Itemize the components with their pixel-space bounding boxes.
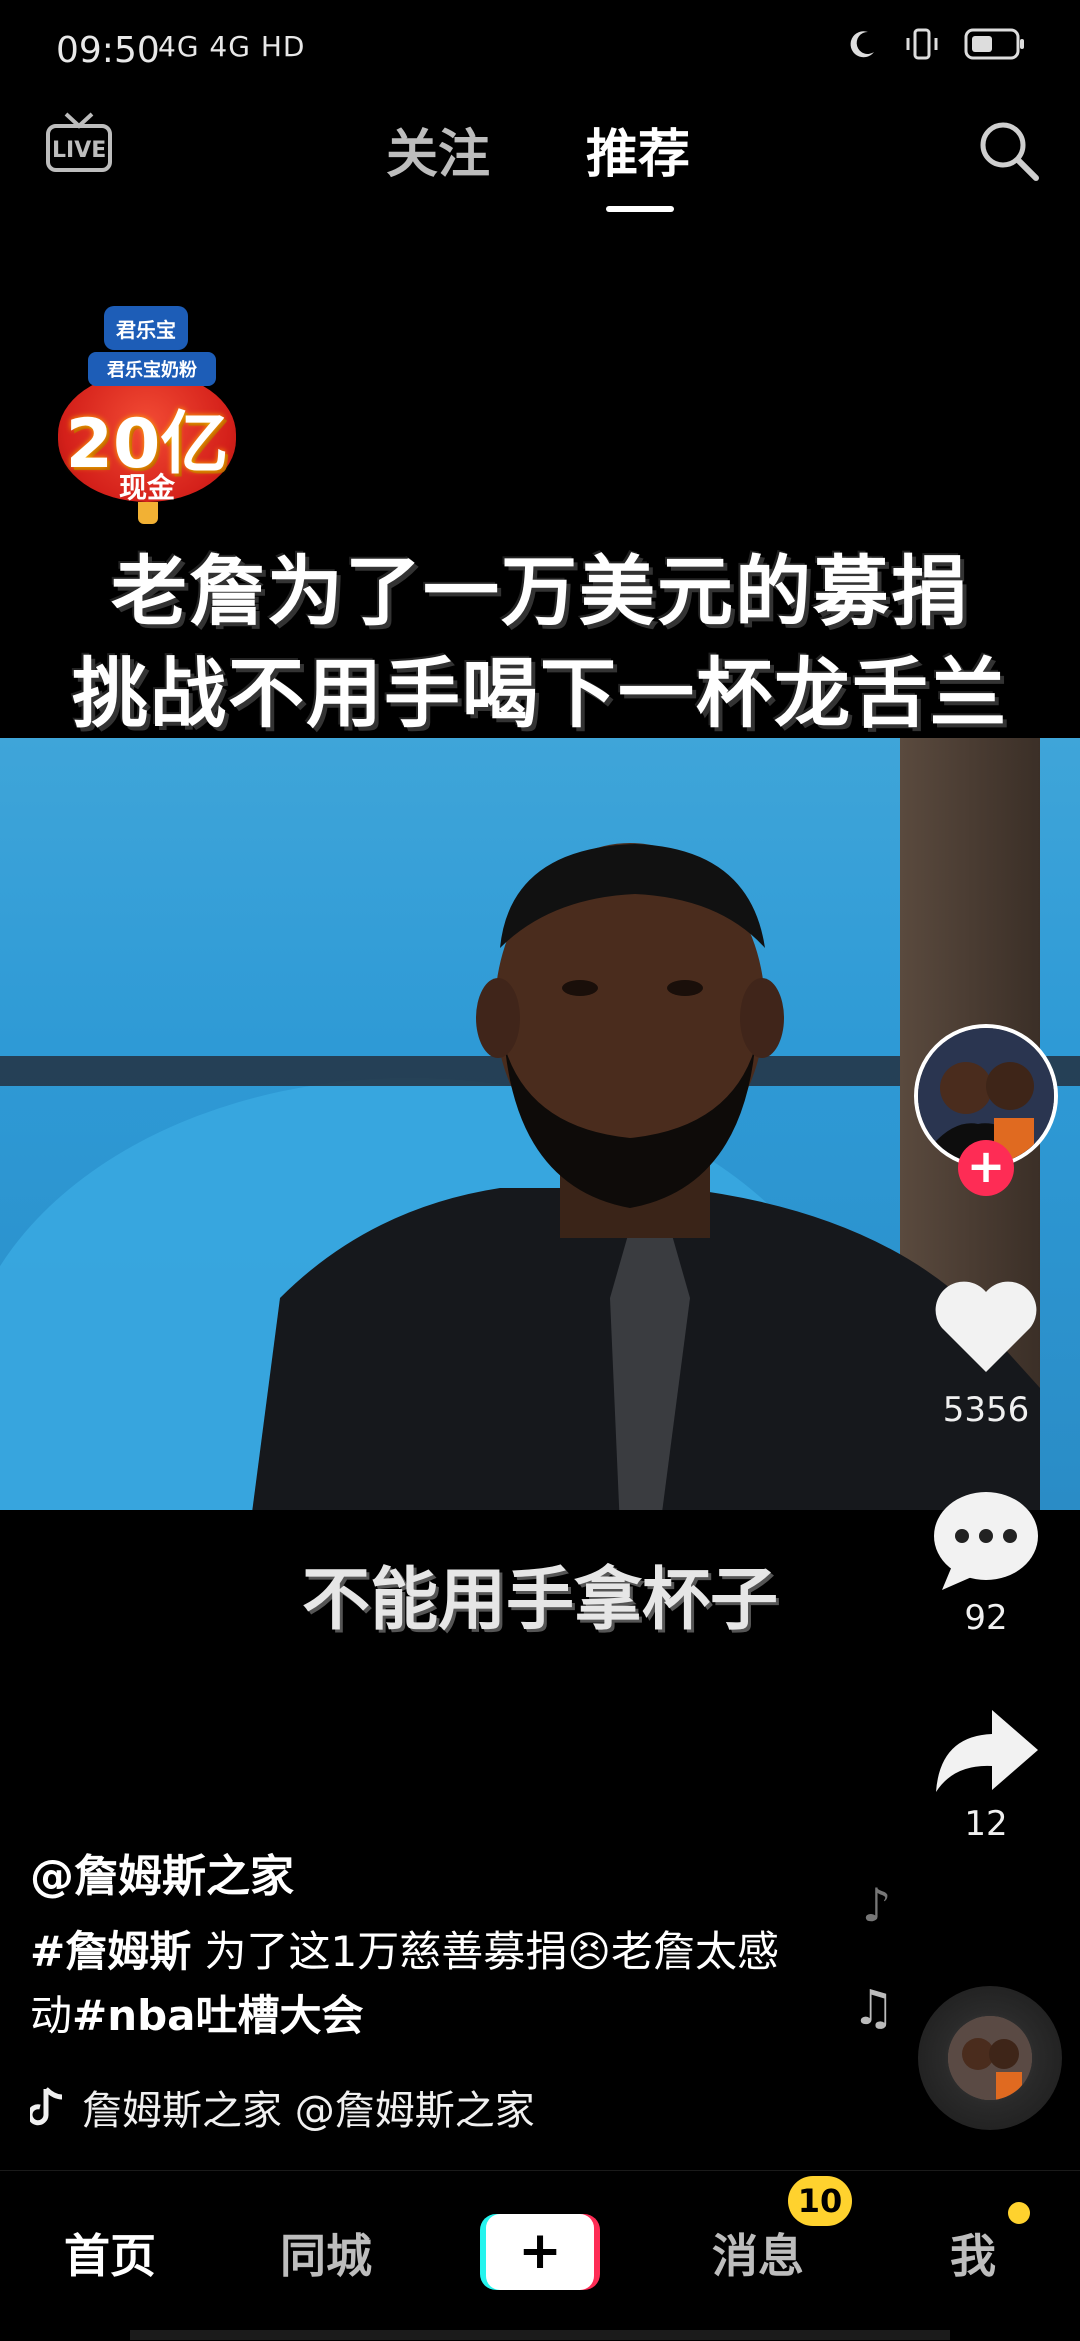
live-button[interactable]: LIVE bbox=[44, 112, 114, 174]
tab-recommend[interactable]: 推荐 bbox=[586, 112, 690, 187]
battery-icon bbox=[964, 28, 1024, 60]
comment-count: 92 bbox=[964, 1598, 1008, 1638]
share-count: 12 bbox=[964, 1804, 1008, 1844]
like-button[interactable] bbox=[930, 1276, 1042, 1376]
post-description: #詹姆斯 为了这1万慈善募捐😣老詹太感动#nba吐槽大会 bbox=[30, 1920, 820, 2048]
promo-label: 现金 bbox=[118, 471, 175, 504]
network-indicator: 4G 4G HD bbox=[158, 30, 306, 63]
lantern-tassel bbox=[138, 502, 158, 524]
music-note-icon bbox=[30, 2087, 63, 2126]
live-label: LIVE bbox=[52, 138, 107, 163]
comment-bubble-icon bbox=[934, 1492, 1038, 1590]
author-handle[interactable]: @詹姆斯之家 bbox=[30, 1840, 294, 1904]
hashtag-tail[interactable]: #nba吐槽大会 bbox=[72, 1991, 364, 2040]
floating-note-icon: ♫ bbox=[852, 1980, 896, 2036]
comment-button[interactable] bbox=[930, 1488, 1042, 1590]
music-title: 詹姆斯之家 @詹姆斯之家 bbox=[82, 2088, 535, 2134]
active-tab-indicator bbox=[606, 206, 674, 212]
plus-icon: + bbox=[486, 2214, 594, 2290]
create-button[interactable]: + bbox=[480, 2214, 600, 2290]
music-info[interactable]: 詹姆斯之家 @詹姆斯之家 bbox=[30, 2078, 535, 2136]
search-button[interactable] bbox=[976, 118, 1042, 184]
share-arrow-icon bbox=[936, 1710, 1038, 1792]
video-headline-line1: 老詹为了一万美元的募捐 bbox=[111, 547, 969, 636]
follow-button[interactable]: + bbox=[958, 1140, 1014, 1196]
search-icon bbox=[980, 122, 1039, 181]
status-icons bbox=[844, 24, 1026, 64]
status-time: 09:50 bbox=[56, 30, 160, 71]
vibrate-icon bbox=[906, 28, 938, 60]
me-notification-dot bbox=[1008, 2202, 1030, 2224]
nav-home[interactable]: 首页 bbox=[64, 2220, 156, 2286]
nav-me[interactable]: 我 bbox=[950, 2220, 996, 2286]
promo-sub: 君乐宝奶粉 bbox=[88, 352, 216, 386]
status-bar: 09:50 4G 4G HD bbox=[0, 0, 1080, 100]
nav-messages[interactable]: 消息 bbox=[712, 2220, 804, 2286]
tab-follow[interactable]: 关注 bbox=[386, 112, 490, 187]
moon-icon bbox=[850, 31, 874, 58]
bottom-edge bbox=[130, 2330, 950, 2340]
floating-note-icon: ♪ bbox=[862, 1878, 892, 1932]
music-disc-cover bbox=[948, 2016, 1032, 2100]
messages-badge: 10 bbox=[788, 2176, 852, 2226]
heart-icon bbox=[935, 1281, 1037, 1372]
share-button[interactable] bbox=[930, 1706, 1042, 1806]
video-headline-line2: 挑战不用手喝下一杯龙舌兰 bbox=[72, 649, 1008, 738]
like-count: 5356 bbox=[942, 1390, 1030, 1430]
top-nav bbox=[0, 100, 1080, 220]
nav-nearby[interactable]: 同城 bbox=[280, 2220, 372, 2286]
promo-brand: 君乐宝 bbox=[104, 306, 188, 350]
hashtag-main[interactable]: #詹姆斯 bbox=[30, 1927, 191, 1976]
promo-badge[interactable]: 君乐宝 君乐宝奶粉 20亿 现金 bbox=[52, 306, 242, 534]
